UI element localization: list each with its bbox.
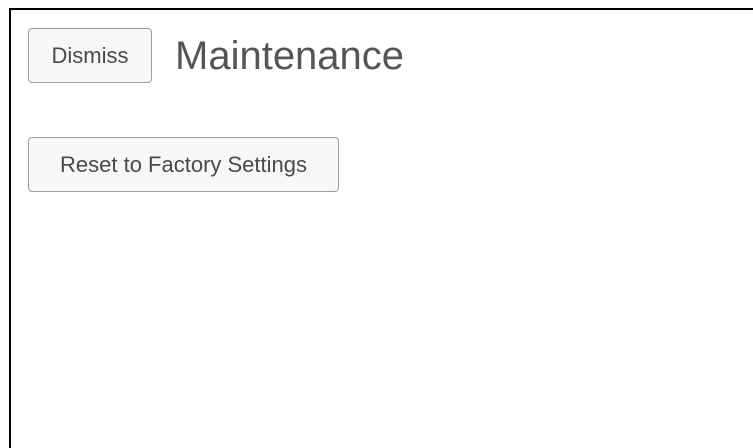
dismiss-button[interactable]: Dismiss xyxy=(28,28,152,83)
page-title: Maintenance xyxy=(175,33,405,78)
reset-factory-settings-button[interactable]: Reset to Factory Settings xyxy=(28,137,339,192)
header: Dismiss Maintenance xyxy=(28,28,404,83)
